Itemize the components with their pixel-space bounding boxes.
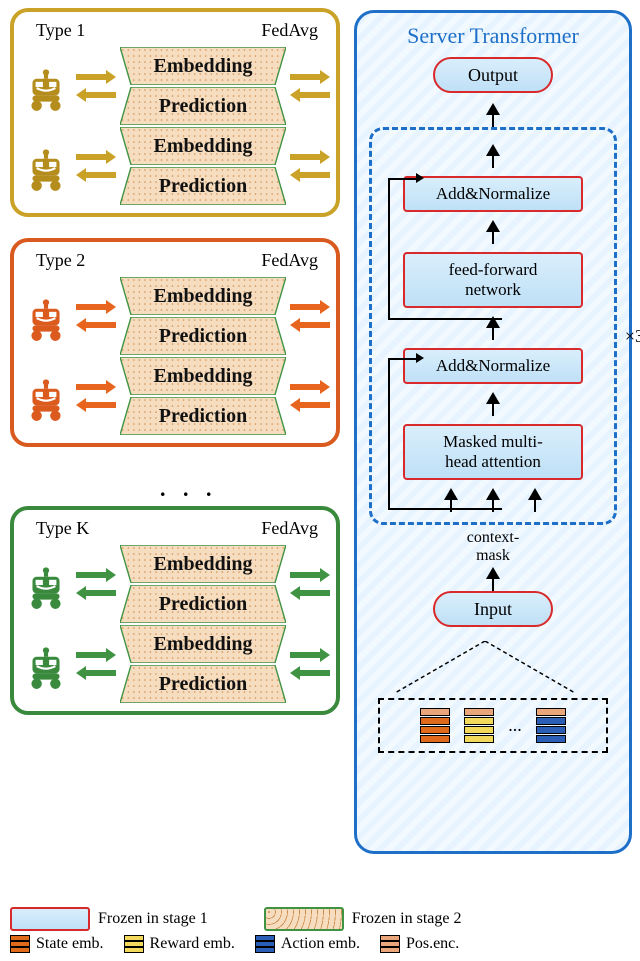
arrow-right-icon [76, 568, 116, 582]
arrow-left-icon [76, 398, 116, 412]
embedding-module: Embedding [120, 47, 286, 85]
robot-icon [20, 60, 72, 112]
action-emb-stack [536, 708, 566, 743]
embedding-module: Embedding [120, 127, 286, 165]
stack-multiplier: ×3 [625, 326, 640, 347]
server-transformer: Server Transformer Output ×3 Add&Normali… [354, 10, 632, 854]
robot-icon [20, 558, 72, 610]
client-type2: Type 2 FedAvg Embedding Prediction Embed… [10, 238, 340, 447]
context-mask: context- mask [433, 531, 553, 567]
reward-emb-stack [464, 708, 494, 743]
add-normalize-1: Add&Normalize [403, 176, 583, 212]
legend: Frozen in stage 1 Frozen in stage 2 Stat… [10, 903, 630, 957]
robot-icon [20, 638, 72, 690]
prediction-module: Prediction [120, 585, 286, 623]
output-node: Output [433, 57, 553, 93]
arrow-left-icon [290, 666, 330, 680]
embedding-module: Embedding [120, 625, 286, 663]
emb-ellipsis: ... [508, 715, 522, 736]
client-typeK: Type K FedAvg Embedding Prediction Embed… [10, 506, 340, 715]
reward-emb-label: Reward emb. [150, 935, 235, 953]
typeK-fedavg: FedAvg [261, 518, 318, 539]
arrow-right-icon [76, 150, 116, 164]
frozen-stage2-label: Frozen in stage 2 [352, 910, 462, 928]
arrow-left-icon [290, 318, 330, 332]
action-emb-label: Action emb. [281, 935, 360, 953]
arrow-left-icon [290, 586, 330, 600]
embedding-stacks: ... [378, 698, 608, 753]
type2-fedavg: FedAvg [261, 250, 318, 271]
arrow-right-icon [290, 70, 330, 84]
arrow-right-icon [76, 380, 116, 394]
state-emb-label: State emb. [36, 935, 104, 953]
frozen-stage2-swatch [264, 907, 344, 931]
arrow-right-icon [76, 70, 116, 84]
arrow-left-icon [290, 398, 330, 412]
state-emb-stack [420, 708, 450, 743]
arrow-left-icon [76, 88, 116, 102]
embedding-module: Embedding [120, 545, 286, 583]
frozen-stage1-swatch [10, 907, 90, 931]
embedding-module: Embedding [120, 357, 286, 395]
arrow-right-icon [290, 380, 330, 394]
prediction-module: Prediction [120, 87, 286, 125]
masked-mha: Masked multi- head attention [403, 424, 583, 480]
prediction-module: Prediction [120, 665, 286, 703]
arrow-right-icon [290, 150, 330, 164]
arrow-left-icon [76, 168, 116, 182]
server-title: Server Transformer [365, 23, 621, 49]
arrow-left-icon [76, 586, 116, 600]
diagram-root: Type 1 FedAvg Embedding Prediction Embed… [0, 0, 640, 961]
robot-icon [20, 370, 72, 422]
pos-enc-label: Pos.enc. [406, 935, 459, 953]
fan-lines [365, 641, 605, 693]
arrow-left-icon [290, 88, 330, 102]
typeK-label: Type K [36, 518, 89, 539]
arrow-left-icon [290, 168, 330, 182]
feed-forward: feed-forward network [403, 252, 583, 308]
prediction-module: Prediction [120, 397, 286, 435]
prediction-module: Prediction [120, 317, 286, 355]
frozen-stage1-label: Frozen in stage 1 [98, 910, 208, 928]
clients-ellipsis: . . . [160, 476, 218, 502]
arrow-right-icon [290, 648, 330, 662]
arrow-right-icon [76, 300, 116, 314]
robot-icon [20, 290, 72, 342]
robot-icon [20, 140, 72, 192]
arrow-left-icon [76, 318, 116, 332]
embedding-module: Embedding [120, 277, 286, 315]
add-normalize-2: Add&Normalize [403, 348, 583, 384]
arrow-right-icon [290, 300, 330, 314]
arrow-left-icon [76, 666, 116, 680]
transformer-stack: ×3 Add&Normalize feed-forward network Ad… [369, 127, 617, 525]
arrow-right-icon [290, 568, 330, 582]
prediction-module: Prediction [120, 167, 286, 205]
type1-label: Type 1 [36, 20, 85, 41]
input-node: Input [433, 591, 553, 627]
arrow-right-icon [76, 648, 116, 662]
type2-label: Type 2 [36, 250, 85, 271]
client-type1: Type 1 FedAvg Embedding Prediction Embed… [10, 8, 340, 217]
type1-fedavg: FedAvg [261, 20, 318, 41]
